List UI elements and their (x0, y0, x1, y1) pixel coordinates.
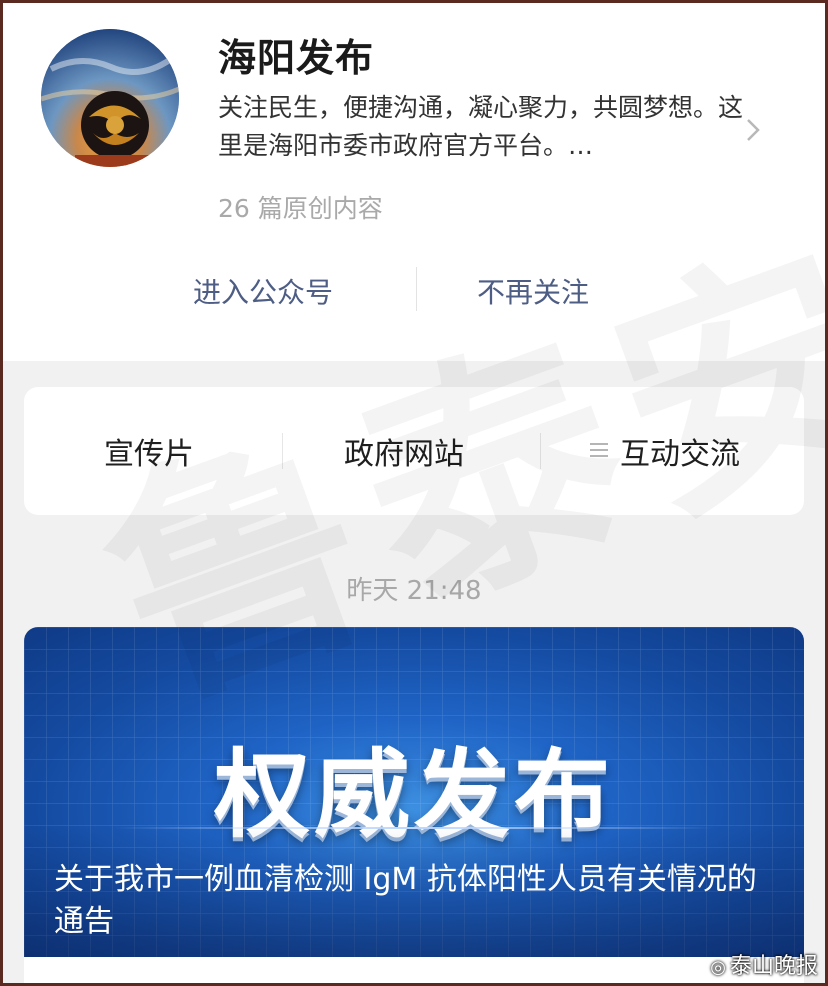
menu-item-interaction[interactable]: 互动交流 (620, 429, 740, 473)
article-card-footer (24, 957, 804, 983)
source-name: 泰山晚报 (729, 954, 818, 979)
action-divider (416, 267, 417, 311)
original-content-count: 26 篇原创内容 (218, 194, 383, 223)
source-credit: ◎ 泰山晚报 (710, 948, 818, 980)
unfollow-button[interactable]: 不再关注 (477, 271, 589, 311)
enter-account-button[interactable]: 进入公众号 (193, 271, 333, 311)
chevron-right-icon[interactable] (743, 115, 765, 145)
account-profile: 海阳发布 关注民生，便捷沟通，凝心聚力，共圆梦想。这里是海阳市委市政府官方平台。… (3, 3, 825, 361)
article-title[interactable]: 关于我市一例血清检测 IgM 抗体阳性人员有关情况的通告 (54, 859, 784, 943)
weibo-icon: ◎ (710, 957, 726, 978)
avatar[interactable] (41, 29, 179, 167)
account-menu: 宣传片 政府网站 互动交流 (24, 387, 804, 515)
menu-divider (282, 433, 283, 469)
menu-divider (540, 433, 541, 469)
menu-item-government-website[interactable]: 政府网站 (344, 429, 464, 473)
menu-item-promo-video[interactable]: 宣传片 (104, 429, 194, 473)
article-card[interactable]: 权威发布 关于我市一例血清检测 IgM 抗体阳性人员有关情况的通告 (24, 627, 804, 957)
account-name: 海阳发布 (218, 36, 375, 80)
account-description[interactable]: 关注民生，便捷沟通，凝心聚力，共圆梦想。这里是海阳市委市政府官方平台。… (218, 89, 743, 165)
message-timestamp: 昨天 21:48 (346, 576, 482, 606)
menu-list-icon (590, 443, 608, 459)
